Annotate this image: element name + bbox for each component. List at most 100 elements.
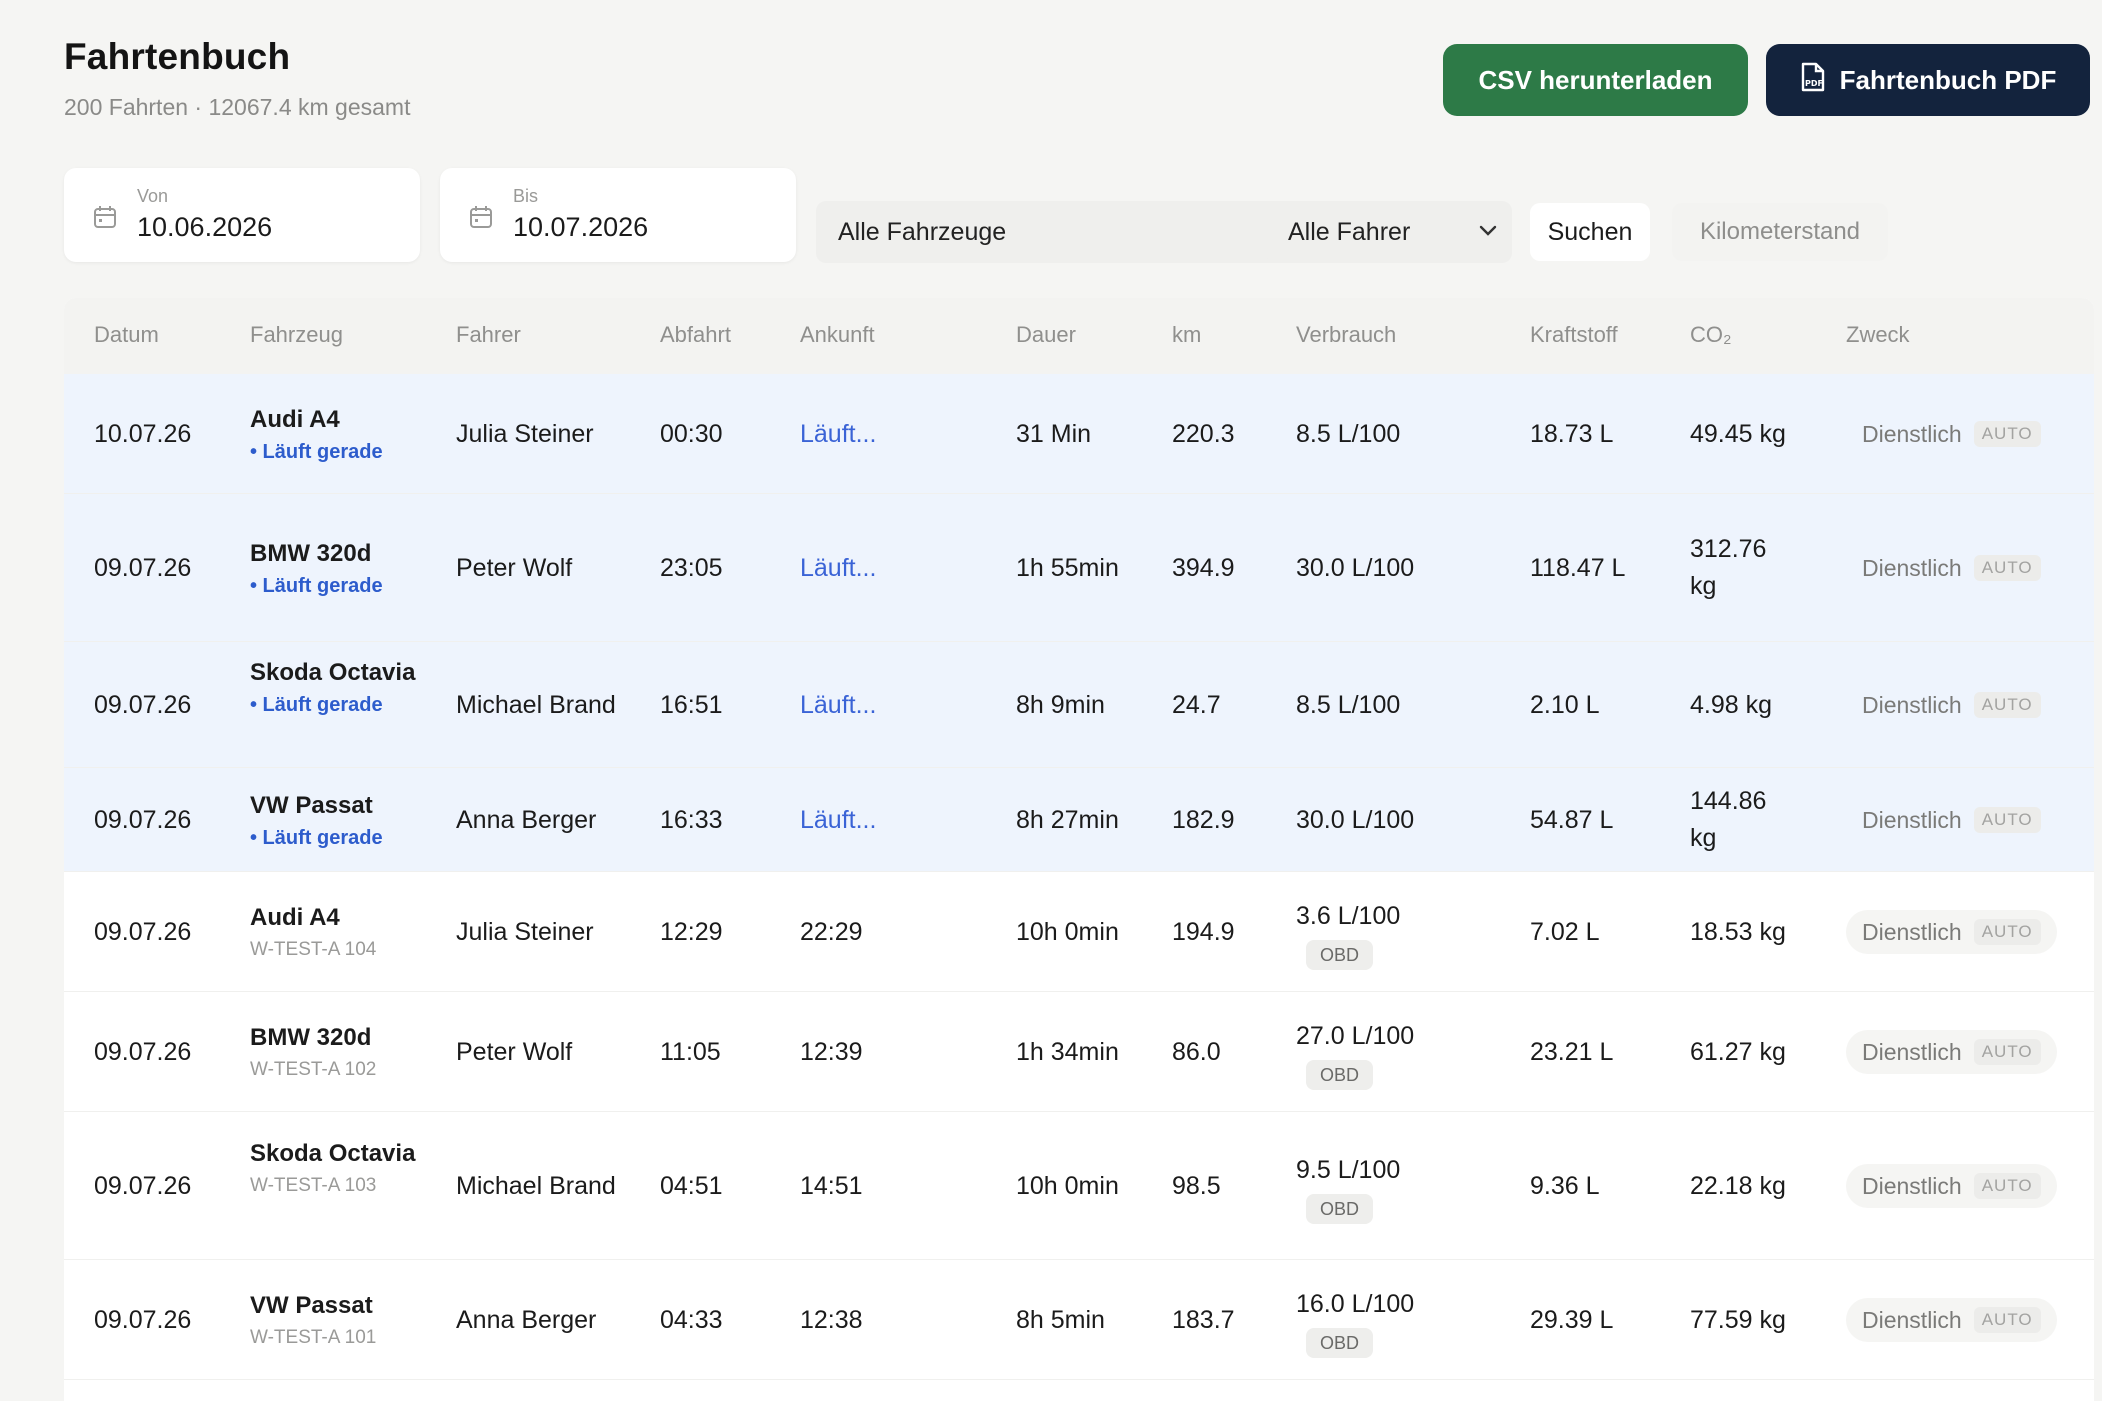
cell-arrival[interactable]: Läuft...: [800, 416, 876, 453]
vehicle-live-status: • Läuft gerade: [250, 575, 383, 597]
vehicle-plate: W-TEST-A 101: [250, 1327, 377, 1348]
consumption-value: 3.6 L/100: [1296, 902, 1401, 930]
cell-vehicle: VW Passat • Läuft gerade: [250, 788, 420, 852]
driver-select-value: Alle Fahrer: [1288, 217, 1411, 246]
vehicle-select-value: Alle Fahrzeuge: [838, 217, 1007, 246]
cell-driver: Peter Wolf: [456, 1037, 573, 1066]
cell-km: 86.0: [1172, 1038, 1221, 1066]
auto-badge: AUTO: [1973, 555, 2041, 581]
cell-consumption: 8.5 L/100: [1296, 416, 1400, 453]
table-row[interactable]: 09.07.26 VW Passat • Läuft gerade Anna Berg…: [64, 768, 2094, 872]
purpose-label: Dienstlich: [1862, 1306, 1962, 1333]
purpose-pill[interactable]: Dienstlich AUTO: [1846, 546, 2057, 590]
cell-consumption: 30.0 L/100: [1296, 802, 1414, 839]
cell-fuel: 9.36 L: [1530, 1172, 1600, 1200]
purpose-pill[interactable]: Dienstlich AUTO: [1846, 683, 2057, 727]
table-row[interactable]: 09.07.26 Audi A4 W-TEST-A 104 Julia Steiner…: [64, 872, 2094, 992]
date-to-field[interactable]: Bis 10.07.2026: [440, 168, 796, 262]
cell-km: 194.9: [1172, 918, 1235, 946]
cell-vehicle: BMW 320d W-TEST-A 102: [250, 1020, 420, 1084]
cell-arrival[interactable]: Läuft...: [800, 802, 876, 839]
vehicle-name: Skoda Octavia: [250, 659, 416, 686]
purpose-pill[interactable]: Dienstlich AUTO: [1846, 1298, 2057, 1342]
column-header-vehicle[interactable]: Fahrzeug: [250, 322, 343, 348]
column-header-arrival[interactable]: Ankunft: [800, 322, 875, 348]
table-row[interactable]: 09.07.26 VW Passat W-TEST-A 101 Anna Berger…: [64, 1260, 2094, 1380]
driver-select[interactable]: Alle Fahrer: [1266, 201, 1512, 263]
cell-arrival[interactable]: Läuft...: [800, 687, 876, 724]
cell-driver: Peter Wolf: [456, 553, 573, 582]
purpose-pill[interactable]: Dienstlich AUTO: [1846, 1030, 2057, 1074]
auto-badge: AUTO: [1973, 421, 2041, 447]
vehicle-live-status: • Läuft gerade: [250, 441, 383, 463]
date-from-field[interactable]: Von 10.06.2026: [64, 168, 420, 262]
table-row[interactable]: 09.07.26 Skoda Octavia W-TEST-A 103 Michael…: [64, 1112, 2094, 1260]
column-header-purpose[interactable]: Zweck: [1846, 322, 1910, 348]
vehicle-select[interactable]: Alle Fahrzeuge: [816, 201, 1310, 263]
consumption-value: 30.0 L/100: [1296, 806, 1415, 834]
csv-download-button[interactable]: CSV herunterladen: [1443, 44, 1748, 116]
cell-duration: 8h 27min: [1016, 805, 1119, 834]
calendar-icon: [94, 206, 116, 228]
table-row[interactable]: 09.07.26 Skoda Octavia • Läuft gerade Micha…: [64, 642, 2094, 768]
column-header-duration[interactable]: Dauer: [1016, 322, 1076, 348]
cell-co2: 4.98 kg: [1690, 690, 1773, 719]
cell-driver: Julia Steiner: [456, 917, 594, 946]
cell-departure: 11:05: [660, 1038, 721, 1066]
column-header-consumption[interactable]: Verbrauch: [1296, 322, 1396, 348]
cell-date: 09.07.26: [94, 691, 192, 719]
cell-departure: 23:05: [660, 554, 723, 582]
obd-badge: OBD: [1306, 1194, 1374, 1224]
auto-badge: AUTO: [1973, 807, 2041, 833]
column-header-km[interactable]: km: [1172, 322, 1201, 348]
consumption-value: 8.5 L/100: [1296, 691, 1401, 719]
consumption-value: 16.0 L/100: [1296, 1290, 1415, 1318]
cell-consumption: 9.5 L/100 OBD: [1296, 1152, 1400, 1226]
cell-arrival: 14:51: [800, 1172, 863, 1200]
pdf-download-button[interactable]: PDF Fahrtenbuch PDF: [1766, 44, 2090, 116]
column-header-date[interactable]: Datum: [94, 322, 159, 348]
cell-departure: 04:51: [660, 1172, 723, 1200]
table-header: Datum Fahrzeug Fahrer Abfahrt Ankunft Da…: [64, 298, 2094, 374]
vehicle-name: Skoda Octavia: [250, 1140, 416, 1167]
cell-driver: Michael Brand: [456, 690, 616, 719]
cell-duration: 1h 34min: [1016, 1037, 1119, 1066]
mileage-input[interactable]: Kilometerstand: [1672, 203, 1888, 261]
cell-fuel: 54.87 L: [1530, 806, 1614, 834]
consumption-value: 8.5 L/100: [1296, 420, 1401, 448]
cell-co2: 49.45 kg: [1690, 419, 1786, 448]
cell-fuel: 29.39 L: [1530, 1306, 1614, 1334]
vehicle-name: BMW 320d: [250, 1024, 372, 1051]
column-header-driver[interactable]: Fahrer: [456, 322, 521, 348]
purpose-pill[interactable]: Dienstlich AUTO: [1846, 910, 2057, 954]
column-header-co2[interactable]: CO₂: [1690, 322, 1732, 348]
table-row[interactable]: 09.07.26 BMW 320d • Läuft gerade Peter Wolf…: [64, 494, 2094, 642]
cell-departure: 00:30: [660, 420, 723, 448]
cell-fuel: 23.21 L: [1530, 1038, 1614, 1066]
calendar-icon: [470, 206, 492, 228]
consumption-value: 30.0 L/100: [1296, 554, 1415, 582]
purpose-pill[interactable]: Dienstlich AUTO: [1846, 1164, 2057, 1208]
cell-duration: 10h 0min: [1016, 917, 1119, 946]
purpose-label: Dienstlich: [1862, 806, 1962, 833]
table-row[interactable]: 10.07.26 Audi A4 • Läuft gerade Julia Stein…: [64, 374, 2094, 494]
table-row[interactable]: 09.07.26 BMW 320d W-TEST-A 102 Peter Wolf 11…: [64, 992, 2094, 1112]
column-header-fuel[interactable]: Kraftstoff: [1530, 322, 1618, 348]
column-header-departure[interactable]: Abfahrt: [660, 322, 731, 348]
cell-consumption: 30.0 L/100: [1296, 550, 1414, 587]
pdf-file-icon: PDF: [1800, 62, 1826, 99]
cell-date: 09.07.26: [94, 1038, 192, 1066]
cell-arrival[interactable]: Läuft...: [800, 550, 876, 587]
purpose-pill[interactable]: Dienstlich AUTO: [1846, 798, 2057, 842]
cell-driver: Anna Berger: [456, 805, 597, 834]
date-from-label: Von: [137, 186, 169, 206]
cell-duration: 8h 5min: [1016, 1305, 1105, 1334]
page-subtitle: 200 Fahrten · 12067.4 km gesamt: [64, 94, 411, 120]
cell-date: 09.07.26: [94, 1172, 192, 1200]
search-button[interactable]: Suchen: [1530, 203, 1650, 261]
cell-date: 09.07.26: [94, 806, 192, 834]
cell-co2: 144.86 kg: [1690, 787, 1767, 852]
purpose-pill[interactable]: Dienstlich AUTO: [1846, 412, 2057, 456]
cell-km: 394.9: [1172, 554, 1235, 582]
vehicle-plate: W-TEST-A 103: [250, 1175, 377, 1196]
